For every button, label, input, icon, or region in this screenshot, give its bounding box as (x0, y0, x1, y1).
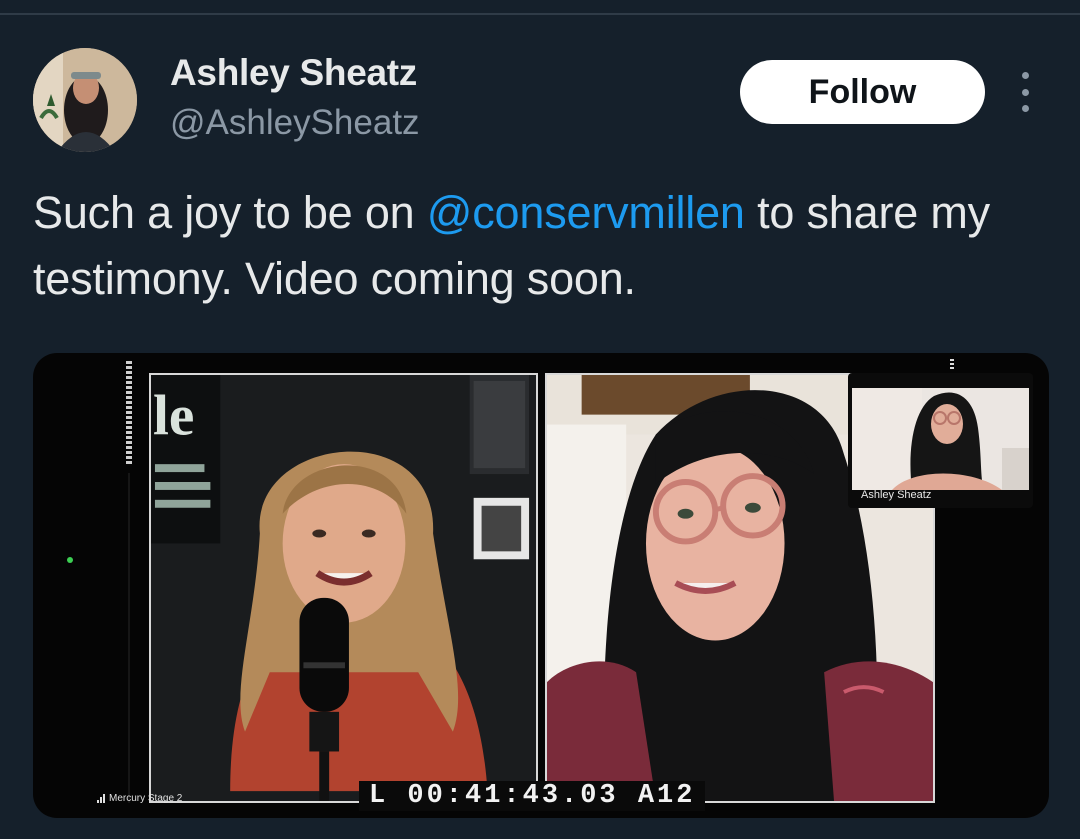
timecode-readout: L 00:41:43.03 A12 (359, 781, 706, 811)
author-handle[interactable]: @AshleySheatz (170, 103, 420, 143)
pip-portrait-icon (852, 388, 1029, 490)
stage-label-text: Mercury Stage 2 (109, 793, 183, 804)
svg-text:le: le (153, 384, 194, 447)
mention-link[interactable]: @conservmillen (427, 187, 745, 238)
author-display-name[interactable]: Ashley Sheatz (170, 52, 417, 94)
pip-video (852, 388, 1029, 490)
pip-participant-name: Ashley Sheatz (861, 489, 932, 501)
pip-video-tile: Ashley Sheatz (848, 373, 1033, 508)
author-avatar[interactable] (33, 48, 137, 152)
dot (1021, 72, 1029, 79)
dot (1021, 88, 1029, 96)
tweet-text: Such a joy to be on @conservmillen to sh… (33, 180, 1063, 312)
follow-button[interactable]: Follow (740, 60, 985, 124)
tweet-card: Ashley Sheatz @AshleySheatz Follow Such … (0, 0, 1080, 839)
recording-indicator (67, 557, 73, 563)
host-portrait-icon: le (151, 375, 536, 801)
more-options-icon[interactable] (1010, 72, 1040, 112)
dot (1021, 105, 1029, 112)
film-strip-marker (126, 361, 132, 466)
edge-marker (950, 359, 954, 371)
avatar-portrait-icon (33, 48, 137, 152)
host-video-frame: le (149, 373, 538, 803)
stage-label: Mercury Stage 2 (97, 793, 182, 804)
tweet-media-image[interactable]: le Ashley Sheatz L 00:41:43.03 A12 Mercu… (33, 353, 1049, 818)
strip-line (128, 473, 130, 803)
top-divider (0, 0, 1080, 15)
tweet-text-start: Such a joy to be on (33, 187, 427, 238)
signal-bars-icon (97, 794, 105, 803)
